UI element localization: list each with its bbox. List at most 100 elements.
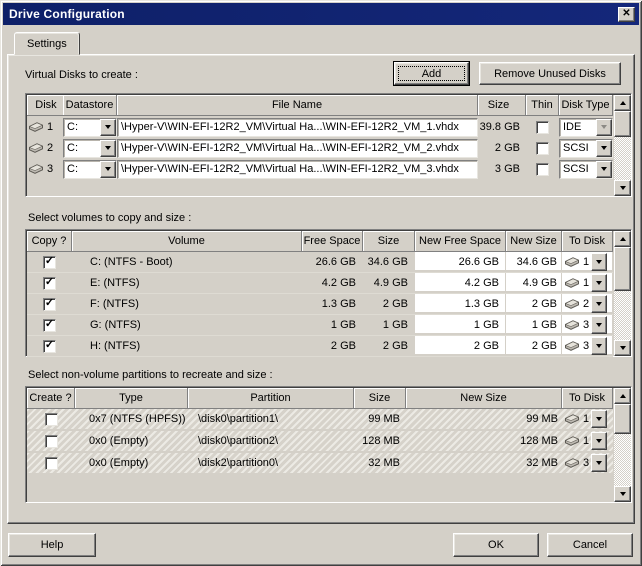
settings-panel: Virtual Disks to create : Add Remove Unu… [7, 54, 635, 524]
create-checkbox[interactable] [45, 413, 58, 426]
title-bar: Drive Configuration ✕ [3, 3, 639, 25]
disk-icon [29, 164, 43, 174]
dropdown-arrow-icon[interactable] [591, 454, 607, 472]
dropdown-arrow-icon[interactable] [596, 161, 612, 178]
dropdown-arrow-icon[interactable] [596, 140, 612, 157]
volumes-scrollbar[interactable] [614, 231, 631, 356]
partition-type: 0x7 (NTFS (HPFS)) [75, 409, 188, 429]
volume-row: H: (NTFS) 2 GB 2 GB 2 GB 2 GB 3 [27, 336, 613, 357]
new-size-input[interactable]: 34.6 GB [506, 252, 562, 272]
datastore-select[interactable]: C: [63, 160, 117, 179]
partitions-scrollbar[interactable] [614, 388, 631, 502]
partition-size-value: 128 MB [354, 431, 406, 451]
size-value: 4.9 GB [363, 273, 415, 293]
new-size-input[interactable]: 1 GB [506, 315, 562, 335]
add-button[interactable]: Add [394, 62, 469, 85]
create-checkbox[interactable] [45, 457, 58, 470]
volume-name: E: (NTFS) [72, 273, 302, 293]
thin-checkbox[interactable] [536, 121, 549, 134]
volume-name: F: (NTFS) [72, 294, 302, 314]
file-name-input[interactable]: \Hyper-V\WIN-EFI-12R2_VM\Virtual Ha...\W… [117, 160, 478, 179]
disk-size-value: 39.8 GB [478, 117, 526, 137]
dropdown-arrow-icon[interactable] [596, 119, 612, 136]
col-new-size: New Size [506, 231, 562, 252]
partitions-table: Create ? Type Partition Size New Size To… [25, 386, 632, 503]
close-icon[interactable]: ✕ [618, 7, 635, 22]
dropdown-arrow-icon[interactable] [591, 410, 607, 428]
free-space-value: 1 GB [302, 315, 363, 335]
dropdown-arrow-icon[interactable] [591, 432, 607, 450]
to-disk-value: 3 [583, 319, 589, 331]
tab-settings[interactable]: Settings [14, 32, 80, 55]
dropdown-arrow-icon[interactable] [591, 295, 607, 313]
disk-type-select[interactable]: IDE [559, 118, 613, 137]
volumes-header: Copy ? Volume Free Space Size New Free S… [27, 231, 613, 252]
ok-button[interactable]: OK [453, 533, 539, 557]
scroll-down-icon[interactable] [614, 180, 631, 196]
copy-checkbox[interactable] [43, 298, 56, 311]
scroll-up-icon[interactable] [614, 231, 631, 247]
dialog-footer: Help OK Cancel [0, 524, 642, 566]
disk-icon [565, 341, 579, 351]
dropdown-arrow-icon[interactable] [591, 274, 607, 292]
to-disk-value: 1 [583, 435, 589, 447]
disk-icon [565, 299, 579, 309]
scroll-thumb[interactable] [614, 404, 631, 434]
disk-icon [29, 122, 43, 132]
copy-checkbox[interactable] [43, 340, 56, 353]
thin-checkbox[interactable] [536, 142, 549, 155]
tab-settings-label: Settings [27, 38, 67, 50]
dropdown-arrow-icon[interactable] [100, 161, 116, 178]
scroll-up-icon[interactable] [614, 388, 631, 404]
volume-name: H: (NTFS) [72, 336, 302, 356]
disk-icon [565, 257, 579, 267]
disk-icon [565, 278, 579, 288]
dropdown-arrow-icon[interactable] [100, 140, 116, 157]
new-size-input[interactable]: 4.9 GB [506, 273, 562, 293]
new-size-input[interactable]: 2 GB [506, 294, 562, 314]
copy-checkbox[interactable] [43, 319, 56, 332]
dropdown-arrow-icon[interactable] [591, 316, 607, 334]
col-thin: Thin [526, 95, 559, 116]
scroll-down-icon[interactable] [614, 340, 631, 356]
drive-configuration-dialog: Drive Configuration ✕ Settings Virtual D… [0, 0, 642, 566]
disk-type-select[interactable]: SCSI [559, 160, 613, 179]
dropdown-arrow-icon[interactable] [100, 119, 116, 136]
volume-row: E: (NTFS) 4.2 GB 4.9 GB 4.2 GB 4.9 GB 1 [27, 273, 613, 294]
to-disk-value: 2 [583, 298, 589, 310]
new-free-space-value: 1.3 GB [415, 294, 506, 314]
window-title: Drive Configuration [9, 7, 125, 21]
remove-unused-disks-button[interactable]: Remove Unused Disks [479, 62, 621, 85]
virtual-disks-scrollbar[interactable] [614, 95, 631, 196]
disk-icon [565, 458, 579, 468]
col-new-size: New Size [406, 388, 562, 409]
cancel-button[interactable]: Cancel [547, 533, 633, 557]
col-size: Size [363, 231, 415, 252]
create-checkbox[interactable] [45, 435, 58, 448]
copy-checkbox[interactable] [43, 256, 56, 269]
col-to-disk: To Disk [562, 231, 613, 252]
dropdown-arrow-icon[interactable] [591, 337, 607, 355]
file-name-input[interactable]: \Hyper-V\WIN-EFI-12R2_VM\Virtual Ha...\W… [117, 118, 478, 137]
col-size: Size [354, 388, 406, 409]
scroll-thumb[interactable] [614, 111, 631, 137]
file-name-input[interactable]: \Hyper-V\WIN-EFI-12R2_VM\Virtual Ha...\W… [117, 139, 478, 158]
scroll-thumb[interactable] [614, 247, 631, 291]
col-type: Type [75, 388, 188, 409]
col-new-free-space: New Free Space [415, 231, 506, 252]
new-size-input[interactable]: 2 GB [506, 336, 562, 356]
volume-name: C: (NTFS - Boot) [72, 252, 302, 272]
col-copy: Copy ? [27, 231, 72, 252]
virtual-disks-header: Disk Datastore File Name Size Thin Disk … [27, 95, 613, 116]
scroll-up-icon[interactable] [614, 95, 631, 111]
help-button[interactable]: Help [8, 533, 96, 557]
new-free-space-value: 4.2 GB [415, 273, 506, 293]
copy-checkbox[interactable] [43, 277, 56, 290]
datastore-select[interactable]: C: [63, 118, 117, 137]
col-disk: Disk [27, 95, 63, 116]
dropdown-arrow-icon[interactable] [591, 253, 607, 271]
disk-type-select[interactable]: SCSI [559, 139, 613, 158]
scroll-down-icon[interactable] [614, 486, 631, 502]
datastore-select[interactable]: C: [63, 139, 117, 158]
thin-checkbox[interactable] [536, 163, 549, 176]
